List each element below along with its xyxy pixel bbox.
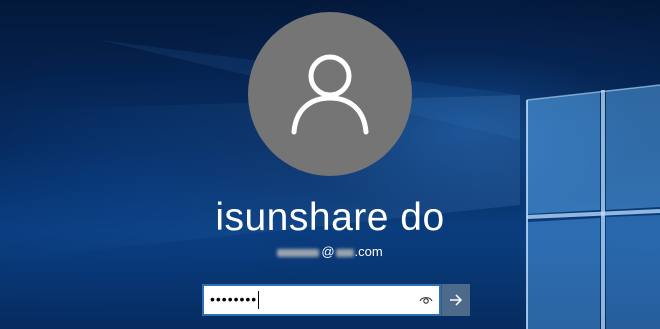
text-caret: [258, 291, 260, 310]
submit-button[interactable]: [441, 284, 470, 316]
password-row: ••••••••: [202, 284, 470, 316]
user-avatar: [248, 12, 412, 176]
email-domain: .com: [354, 244, 383, 259]
user-display-name: isunshare do: [215, 196, 445, 239]
reveal-password-button[interactable]: [413, 286, 439, 314]
email-redacted-part: [277, 248, 320, 257]
email-at-sign: @: [321, 244, 335, 259]
password-field[interactable]: ••••••••: [202, 284, 441, 316]
user-silhouette-icon: [291, 54, 369, 135]
email-redacted-part: [335, 248, 354, 257]
arrow-right-icon: [450, 294, 463, 306]
user-email: @ .com: [0, 244, 660, 259]
eye-icon: [419, 297, 433, 304]
password-masked-value: ••••••••: [210, 290, 258, 307]
